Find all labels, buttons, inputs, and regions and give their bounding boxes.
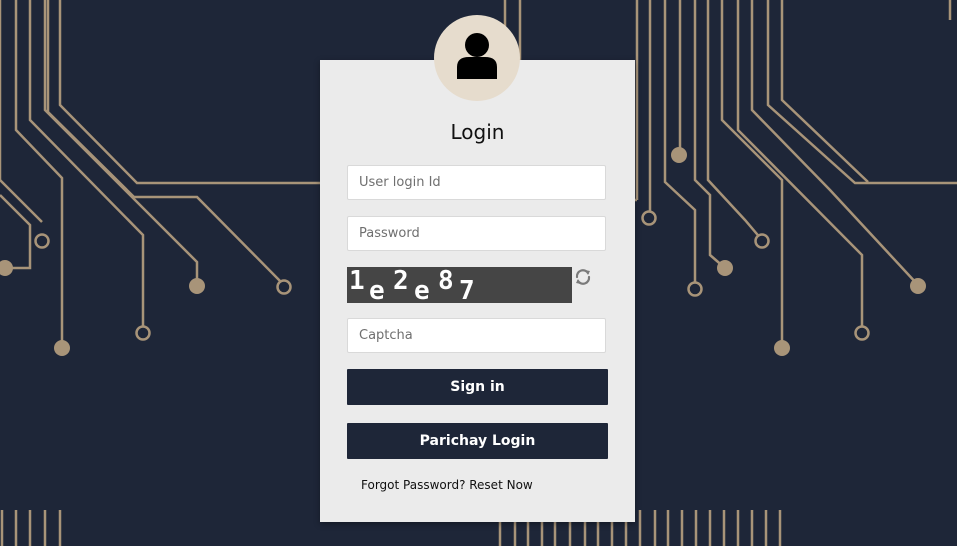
- captcha-char: e: [369, 276, 385, 303]
- user-login-id-input[interactable]: [347, 165, 606, 200]
- login-title: Login: [450, 120, 505, 144]
- captcha-char: 2: [393, 267, 409, 296]
- login-card: Login 1 e 2 e 8 7 Sign in Parichay Login: [320, 60, 635, 522]
- sign-in-button[interactable]: Sign in: [347, 369, 608, 405]
- password-input[interactable]: [347, 216, 606, 251]
- captcha-char: 1: [349, 267, 365, 296]
- refresh-icon[interactable]: [572, 266, 594, 288]
- forgot-password-link[interactable]: Forgot Password? Reset Now: [361, 478, 533, 492]
- captcha-image: 1 e 2 e 8 7: [347, 267, 572, 303]
- parichay-login-button[interactable]: Parichay Login: [347, 423, 608, 459]
- captcha-char: 7: [459, 276, 475, 303]
- user-silhouette-icon: [457, 33, 497, 79]
- captcha-char: e: [414, 276, 430, 303]
- captcha-input[interactable]: [347, 318, 606, 353]
- avatar: [434, 15, 520, 101]
- captcha-char: 8: [438, 267, 454, 296]
